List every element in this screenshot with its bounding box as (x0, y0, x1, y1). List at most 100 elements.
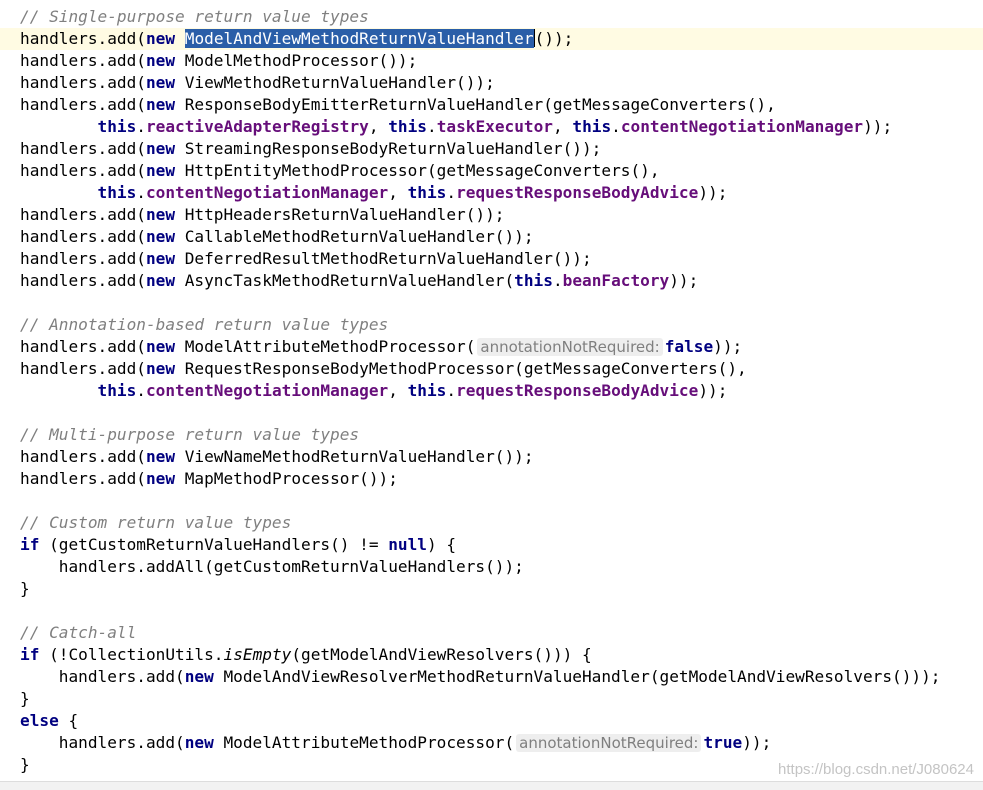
code-token: handlers.add( (20, 359, 146, 378)
code-line[interactable]: // Single-purpose return value types (0, 6, 983, 28)
field-token: requestResponseBodyAdvice (456, 381, 699, 400)
code-line[interactable]: this.contentNegotiationManager, this.req… (0, 182, 983, 204)
code-token: )); (863, 117, 893, 136)
keyword-token: new (145, 249, 176, 268)
keyword-token: new (184, 667, 214, 686)
watermark: https://blog.csdn.net/J080624 (778, 761, 974, 778)
code-token: handlers.add( (20, 337, 146, 356)
static-method-token: isEmpty (223, 645, 292, 664)
code-line[interactable]: handlers.add(new RequestResponseBodyMeth… (0, 358, 983, 380)
selected-token: ModelAndViewMethodReturnValueHandler (184, 29, 534, 48)
code-line[interactable]: } (0, 688, 983, 710)
code-token: , (368, 117, 389, 136)
keyword-token: new (145, 29, 176, 48)
parameter-hint: annotationNotRequired: (477, 338, 663, 356)
keyword-token: new (145, 447, 176, 466)
keyword-token: new (145, 205, 176, 224)
code-line[interactable]: this.reactiveAdapterRegistry, this.taskE… (0, 116, 983, 138)
empty-line[interactable] (0, 600, 983, 622)
code-token: . (446, 381, 457, 400)
code-line[interactable]: handlers.add(new StreamingResponseBodyRe… (0, 138, 983, 160)
code-token: handlers.add( (20, 271, 146, 290)
code-line[interactable]: handlers.add(new HttpEntityMethodProcess… (0, 160, 983, 182)
code-line[interactable]: handlers.add(new ResponseBodyEmitterRetu… (0, 94, 983, 116)
code-line[interactable]: // Annotation-based return value types (0, 314, 983, 336)
code-token: )); (669, 271, 699, 290)
code-line[interactable]: else { (0, 710, 983, 732)
code-token: . (136, 381, 146, 400)
code-line[interactable]: handlers.add(new CallableMethodReturnVal… (0, 226, 983, 248)
keyword-token: this (97, 183, 137, 202)
code-line[interactable]: handlers.add(new HttpHeadersReturnValueH… (0, 204, 983, 226)
code-token: CallableMethodReturnValueHandler()); (175, 227, 534, 246)
comment-token: // Custom return value types (20, 513, 292, 532)
keyword-token: this (514, 271, 553, 290)
code-token: , (388, 183, 408, 202)
code-token: ViewMethodReturnValueHandler()); (175, 73, 495, 92)
code-token: DeferredResultMethodReturnValueHandler()… (175, 249, 592, 268)
comment-token: // Multi-purpose return value types (20, 425, 360, 444)
keyword-token: this (388, 117, 427, 136)
keyword-token: this (97, 117, 137, 136)
code-line[interactable]: this.contentNegotiationManager, this.req… (0, 380, 983, 402)
code-line[interactable]: handlers.add(new DeferredResultMethodRet… (0, 248, 983, 270)
code-token: handlers.add( (20, 51, 146, 70)
empty-line[interactable] (0, 292, 983, 314)
code-token: ViewNameMethodReturnValueHandler()); (175, 447, 534, 466)
keyword-token: new (145, 227, 176, 246)
code-line[interactable]: handlers.add(new ModelMethodProcessor())… (0, 50, 983, 72)
code-token: handlers.add( (20, 469, 146, 488)
code-line[interactable]: // Catch-all (0, 622, 983, 644)
code-area[interactable]: // Single-purpose return value types hand… (0, 6, 983, 776)
code-line[interactable]: if (!CollectionUtils.isEmpty(getModelAnd… (0, 644, 983, 666)
keyword-token: null (388, 535, 427, 554)
code-line[interactable]: if (getCustomReturnValueHandlers() != nu… (0, 534, 983, 556)
code-line[interactable]: } (0, 578, 983, 600)
keyword-token: new (184, 733, 214, 752)
code-token: handlers.addAll(getCustomReturnValueHand… (20, 557, 524, 576)
field-token: taskExecutor (436, 117, 553, 136)
code-line[interactable]: handlers.add(new ModelAttributeMethodPro… (0, 336, 983, 358)
field-token: requestResponseBodyAdvice (456, 183, 699, 202)
code-token: handlers.add( (20, 447, 146, 466)
code-token: MapMethodProcessor()); (175, 469, 398, 488)
code-token: AsyncTaskMethodReturnValueHandler( (175, 271, 515, 290)
code-token: handlers.add( (20, 139, 146, 158)
code-token: )); (698, 183, 728, 202)
code-token: HttpHeadersReturnValueHandler()); (175, 205, 505, 224)
code-token: )); (698, 381, 728, 400)
code-token: . (446, 183, 457, 202)
keyword-token: new (145, 95, 176, 114)
code-line[interactable]: handlers.add(new ModelAndViewResolverMet… (0, 666, 983, 688)
code-token: ) { (426, 535, 457, 554)
code-token: (getModelAndViewResolvers())) { (291, 645, 592, 664)
keyword-token: new (145, 271, 176, 290)
code-token: . (136, 117, 146, 136)
code-line[interactable]: handlers.add(new ModelAndViewMethodRetur… (0, 28, 983, 50)
keyword-token: new (145, 73, 176, 92)
code-token: , (388, 381, 408, 400)
code-line[interactable]: handlers.add(new ViewNameMethodReturnVal… (0, 446, 983, 468)
code-token: . (611, 117, 621, 136)
empty-line[interactable] (0, 402, 983, 424)
code-token: HttpEntityMethodProcessor(getMessageConv… (175, 161, 660, 180)
keyword-token: this (407, 183, 447, 202)
code-line[interactable]: handlers.add(new ViewMethodReturnValueHa… (0, 72, 983, 94)
code-line[interactable]: handlers.add(new AsyncTaskMethodReturnVa… (0, 270, 983, 292)
code-token: ModelAndViewResolverMethodReturnValueHan… (213, 667, 941, 686)
code-line[interactable]: handlers.addAll(getCustomReturnValueHand… (0, 556, 983, 578)
code-token: ModelAttributeMethodProcessor( (213, 733, 515, 752)
code-line[interactable]: // Multi-purpose return value types (0, 424, 983, 446)
code-token: ModelMethodProcessor()); (175, 51, 418, 70)
code-line[interactable]: // Custom return value types (0, 512, 983, 534)
code-line[interactable]: handlers.add(new ModelAttributeMethodPro… (0, 732, 983, 754)
comment-token: // Single-purpose return value types (20, 7, 369, 26)
code-line[interactable]: handlers.add(new MapMethodProcessor()); (0, 468, 983, 490)
keyword-token: true (703, 733, 743, 752)
code-token: ModelAttributeMethodProcessor( (175, 337, 476, 356)
code-editor[interactable]: // Single-purpose return value types hand… (0, 0, 983, 790)
empty-line[interactable] (0, 490, 983, 512)
code-token: (getCustomReturnValueHandlers() != (39, 535, 389, 554)
